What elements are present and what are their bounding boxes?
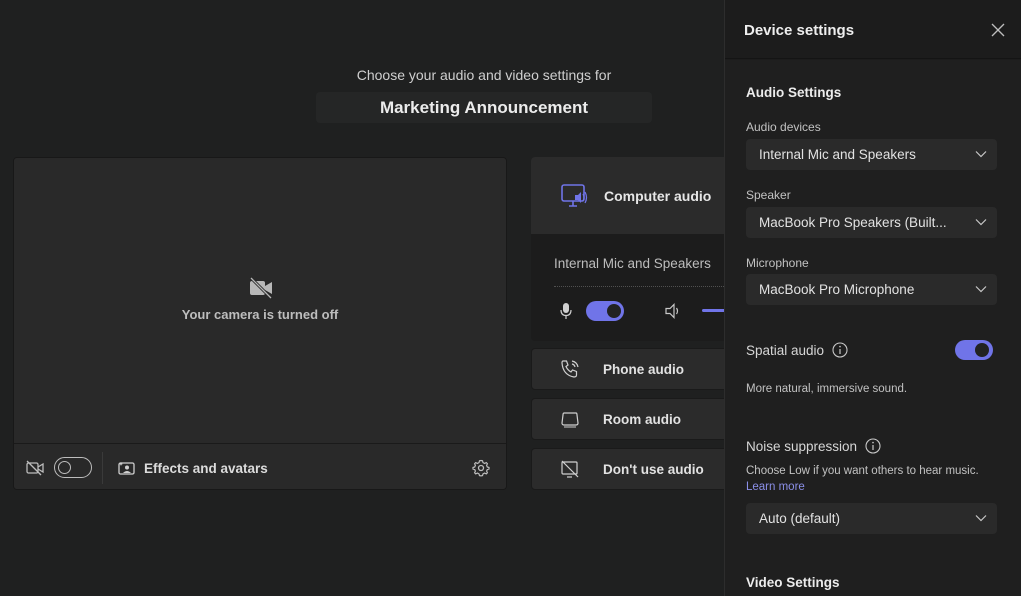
microphone-icon (560, 303, 572, 319)
prejoin-screen: Choose your audio and video settings for… (0, 0, 741, 596)
noise-description-text: Choose Low if you want others to hear mu… (746, 465, 979, 477)
info-icon[interactable] (865, 438, 881, 454)
toggle-knob (607, 304, 621, 318)
panel-header: Device settings (725, 0, 1021, 59)
effects-icon (118, 462, 135, 475)
camera-card: Your camera is turned off Effects and av… (13, 157, 507, 490)
camera-off-icon (26, 460, 44, 476)
noise-suppression-value: Auto (default) (759, 511, 841, 526)
meeting-title: Marketing Announcement (316, 92, 652, 123)
camera-preview: Your camera is turned off (14, 158, 506, 444)
divider (102, 452, 103, 484)
audio-devices-value: Internal Mic and Speakers (759, 147, 916, 162)
spatial-audio-label: Spatial audio (746, 342, 825, 358)
divider (554, 286, 724, 287)
speaker-label: Speaker (746, 188, 791, 202)
dont-use-audio-label: Don't use audio (603, 461, 704, 477)
chevron-down-icon (975, 515, 987, 522)
camera-off-icon (249, 277, 273, 299)
gear-icon[interactable] (472, 459, 490, 477)
camera-toggle[interactable] (54, 457, 92, 478)
noise-suppression-select[interactable]: Auto (default) (746, 503, 997, 534)
camera-toolbar: Effects and avatars (14, 445, 506, 489)
audio-devices-label: Audio devices (746, 120, 821, 134)
speaker-select[interactable]: MacBook Pro Speakers (Built... (746, 207, 997, 238)
device-settings-panel: Device settings Audio Settings Audio dev… (724, 0, 1021, 596)
spatial-audio-description: More natural, immersive sound. (746, 383, 908, 395)
spatial-audio-row: Spatial audio (746, 342, 848, 358)
phone-audio-option[interactable]: Phone audio (531, 348, 741, 390)
noise-suppression-row: Noise suppression (746, 438, 881, 454)
effects-label: Effects and avatars (144, 460, 268, 476)
learn-more-link[interactable]: Learn more (746, 481, 805, 493)
audio-devices-select[interactable]: Internal Mic and Speakers (746, 139, 997, 170)
panel-title: Device settings (744, 22, 855, 39)
room-audio-label: Room audio (603, 411, 681, 427)
microphone-value: MacBook Pro Microphone (759, 282, 915, 297)
microphone-toggle[interactable] (586, 301, 624, 321)
phone-audio-label: Phone audio (603, 361, 684, 377)
effects-and-avatars-button[interactable]: Effects and avatars (118, 453, 268, 483)
panel-body: Audio Settings Audio devices Internal Mi… (725, 60, 1021, 596)
phone-icon (561, 360, 579, 378)
dont-use-audio-option[interactable]: Don't use audio (531, 448, 741, 490)
speaker-icon (665, 303, 679, 319)
close-icon[interactable] (991, 23, 1005, 37)
toggle-knob (975, 343, 989, 357)
noise-suppression-description: Choose Low if you want others to hear mu… (746, 463, 986, 495)
room-audio-option[interactable]: Room audio (531, 398, 741, 440)
camera-off-text: Your camera is turned off (181, 307, 339, 322)
microphone-label: Microphone (746, 256, 809, 270)
computer-audio-icon (561, 184, 588, 207)
video-settings-heading: Video Settings (746, 575, 840, 590)
no-audio-icon (561, 460, 579, 478)
computer-audio-label: Computer audio (604, 188, 712, 204)
computer-audio-option[interactable]: Computer audio Internal Mic and Speakers (531, 157, 741, 341)
toggle-knob (58, 461, 71, 474)
microphone-select[interactable]: MacBook Pro Microphone (746, 274, 997, 305)
noise-suppression-label: Noise suppression (746, 438, 858, 454)
info-icon[interactable] (832, 342, 848, 358)
spatial-audio-toggle[interactable] (955, 340, 993, 360)
audio-settings-heading: Audio Settings (746, 85, 842, 100)
computer-audio-header[interactable]: Computer audio (531, 157, 741, 234)
chevron-down-icon (975, 286, 987, 293)
chevron-down-icon (975, 151, 987, 158)
room-icon (561, 412, 579, 428)
chevron-down-icon (975, 219, 987, 226)
computer-audio-device: Internal Mic and Speakers (554, 256, 711, 271)
speaker-value: MacBook Pro Speakers (Built... (759, 215, 947, 230)
